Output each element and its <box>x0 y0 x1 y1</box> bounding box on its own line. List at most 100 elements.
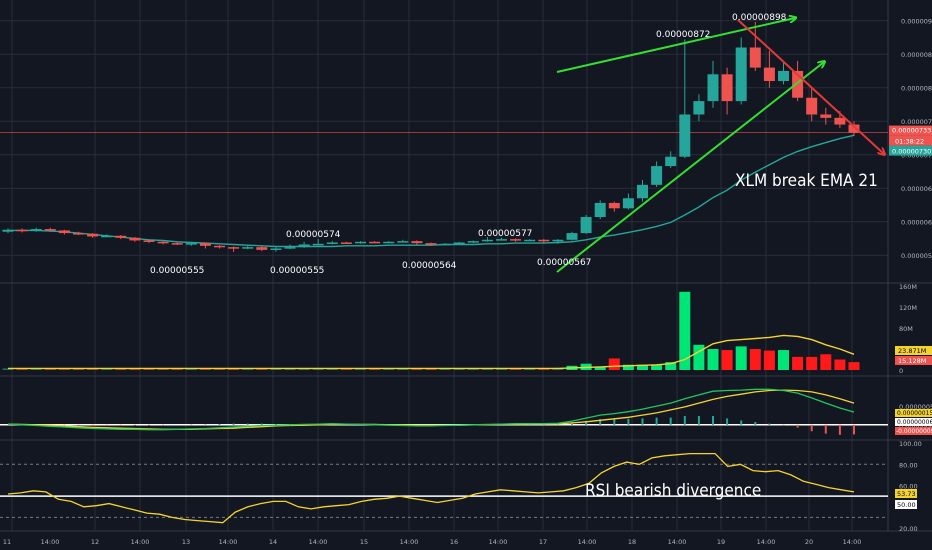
candle-body <box>707 74 719 102</box>
candle-body <box>115 235 127 238</box>
macd-hist-bar <box>218 424 221 425</box>
candle-body <box>763 67 775 81</box>
time-tick: 14:00 <box>668 538 687 546</box>
candle-body <box>834 117 846 125</box>
candle-body <box>749 47 761 68</box>
candle-body <box>467 241 479 243</box>
candle-body <box>44 229 56 231</box>
candle-body <box>510 239 522 241</box>
candle-body <box>185 243 197 245</box>
macd-hist-bar <box>853 424 855 435</box>
macd-hist-bar <box>232 423 235 425</box>
time-tick: 14 <box>269 538 277 546</box>
price-annotation: 0.00000872 <box>656 30 710 40</box>
macd-hist-bar <box>613 419 616 425</box>
time-tick: 13 <box>182 538 190 546</box>
volume-bar <box>820 354 832 370</box>
macd-hist-bar <box>627 418 630 425</box>
volume-label: 15.128M <box>898 357 926 365</box>
time-tick: 14:00 <box>489 538 508 546</box>
time-tick: 15 <box>360 538 368 546</box>
candle-body <box>270 248 282 250</box>
rsi-tick: 80.00 <box>899 461 918 469</box>
time-tick: 19 <box>717 538 725 546</box>
macd-hist-bar <box>641 418 644 425</box>
macd-hist-bar <box>697 416 700 425</box>
candle-body <box>806 97 818 115</box>
rsi-tick: 100.00 <box>899 440 922 448</box>
candle-body <box>101 235 113 238</box>
price-tick: 0.00000550 <box>901 252 932 260</box>
macd-hist-bar <box>77 424 80 426</box>
candle-body <box>312 243 324 246</box>
macd-label: 0.00000006 <box>897 419 932 426</box>
candle-body <box>298 244 310 248</box>
candle-body <box>157 241 169 244</box>
macd-hist-bar <box>91 424 94 426</box>
candle-body <box>778 70 789 81</box>
price-annotation: 0.00000898 <box>732 13 787 23</box>
headline-annotation: XLM break EMA 21 <box>735 171 878 191</box>
candle-body <box>608 202 620 209</box>
time-tick: 18 <box>628 538 636 546</box>
candle-body <box>214 245 225 248</box>
time-tick: 14:00 <box>757 538 776 546</box>
candle-body <box>30 229 42 232</box>
price-annotation: 0.00000577 <box>478 229 532 239</box>
volume-tick: 120M <box>899 304 917 312</box>
candle-body <box>87 233 99 237</box>
candle-body <box>369 241 381 244</box>
candle-body <box>242 247 254 249</box>
candle-body <box>2 229 14 232</box>
candle-body <box>651 166 663 185</box>
price-annotation: 0.00000564 <box>402 261 457 271</box>
price-annotation: 0.00000555 <box>150 266 204 276</box>
macd-hist-bar <box>754 422 757 425</box>
candle-body <box>622 198 634 209</box>
volume-tick: 0 <box>899 367 903 375</box>
volume-bar <box>679 291 691 370</box>
candle-body <box>566 233 578 240</box>
volume-tick: 160M <box>899 283 917 291</box>
trading-chart: 0.00000555 0.00000574 0.00000555 0.00000564… <box>0 0 932 550</box>
candle-body <box>820 114 832 118</box>
macd-hist-bar <box>726 418 729 425</box>
volume-bar <box>707 349 719 370</box>
candle-body <box>439 243 451 246</box>
macd-hist-bar <box>768 423 771 425</box>
macd-hist-bar <box>148 424 150 426</box>
rsi-value-label: 53.73 <box>897 490 916 498</box>
time-tick: 14:00 <box>41 538 60 546</box>
candle-body <box>496 239 507 241</box>
candle-body <box>143 240 155 242</box>
time-tick: 20 <box>805 538 813 546</box>
macd-hist-bar <box>260 423 263 425</box>
time-tick: 14:00 <box>131 538 150 546</box>
macd-hist-bar <box>133 424 136 426</box>
price-tick: 0.00000750 <box>901 118 932 126</box>
macd-hist-bar <box>655 417 658 425</box>
candle-body <box>129 237 141 241</box>
volume-bar <box>792 356 804 370</box>
volume-bar <box>721 350 733 370</box>
ema-label: 0.00000730 <box>892 148 931 156</box>
time-tick: 14:00 <box>578 538 597 546</box>
volume-bar <box>749 349 761 370</box>
candle-body <box>637 184 648 199</box>
candle-body <box>594 202 606 218</box>
price-annotation: 0.00000574 <box>286 230 341 240</box>
volume-bar <box>834 359 846 370</box>
volume-tick: 80M <box>899 325 913 333</box>
volume-bar <box>608 358 620 370</box>
candle-body <box>326 242 338 244</box>
time-tick: 12 <box>91 538 99 546</box>
macd-hist-bar <box>838 424 841 435</box>
candle-body <box>171 243 183 245</box>
macd-hist-bar <box>824 424 827 434</box>
macd-hist-bar <box>796 424 799 428</box>
macd-hist-bar <box>810 424 813 432</box>
countdown-label: 01:38:22 <box>895 138 924 146</box>
macd-hist-bar <box>669 417 672 425</box>
candle-body <box>383 241 395 244</box>
candle-body <box>693 101 705 115</box>
